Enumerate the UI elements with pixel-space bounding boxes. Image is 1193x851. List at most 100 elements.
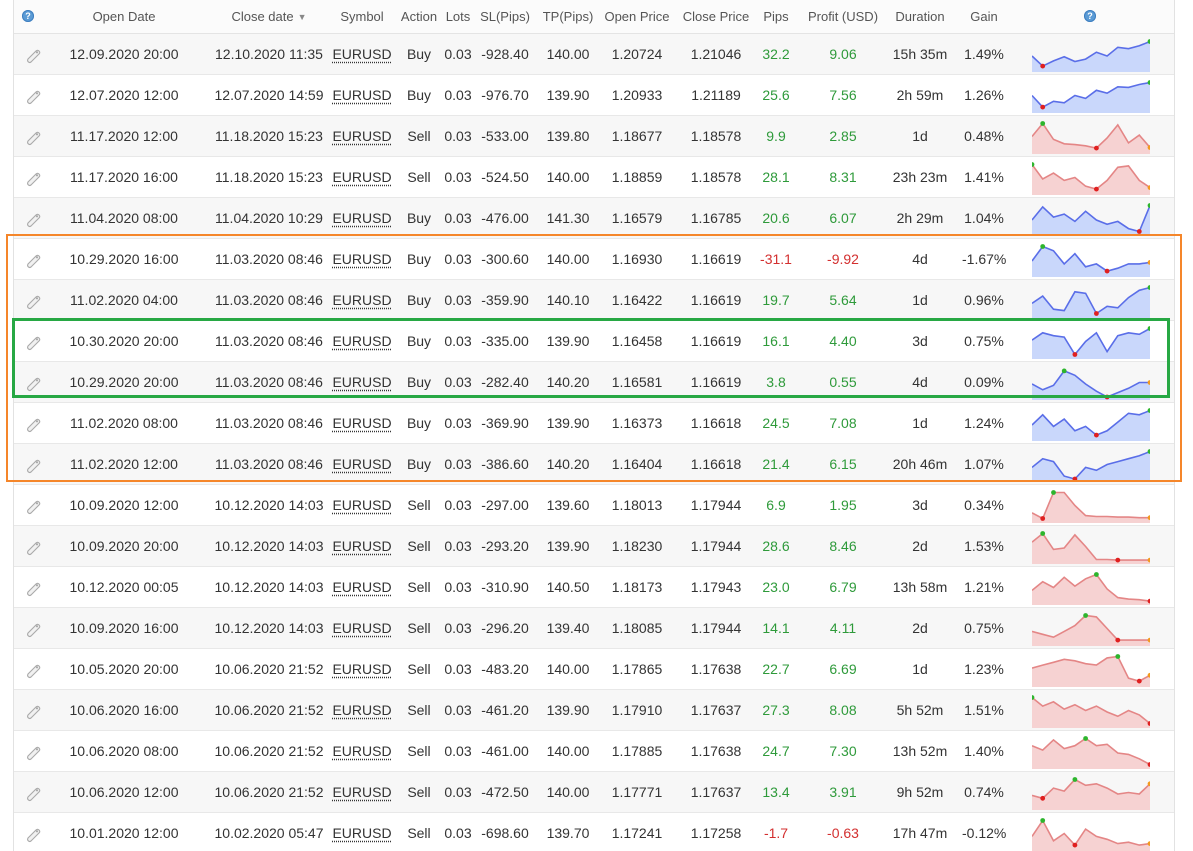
table-row[interactable]: 10.30.2020 20:00 11.03.2020 08:46 EURUSD Bu… bbox=[14, 321, 1174, 362]
symbol-link[interactable]: EURUSD bbox=[332, 608, 392, 648]
help-icon[interactable]: ? bbox=[22, 10, 34, 22]
tag-icon[interactable] bbox=[25, 456, 43, 474]
tag-icon[interactable] bbox=[25, 46, 43, 64]
table-row[interactable]: 11.17.2020 12:00 11.18.2020 15:23 EURUSD Se… bbox=[14, 116, 1174, 157]
symbol-link[interactable]: EURUSD bbox=[332, 403, 392, 443]
close-date-cell: 10.06.2020 21:52 bbox=[214, 784, 324, 800]
sl-cell: -296.20 bbox=[481, 620, 529, 636]
col-symbol[interactable]: Symbol bbox=[332, 0, 392, 33]
table-row[interactable]: 11.02.2020 12:00 11.03.2020 08:46 EURUSD Bu… bbox=[14, 444, 1174, 485]
tag-icon[interactable] bbox=[25, 620, 43, 638]
table-row[interactable]: 11.04.2020 08:00 11.04.2020 10:29 EURUSD Bu… bbox=[14, 198, 1174, 239]
table-row[interactable]: 11.17.2020 16:00 11.18.2020 15:23 EURUSD Se… bbox=[14, 157, 1174, 198]
table-row[interactable]: 10.12.2020 00:05 10.12.2020 14:03 EURUSD Se… bbox=[14, 567, 1174, 608]
tag-icon[interactable] bbox=[25, 661, 43, 679]
tag-icon[interactable] bbox=[25, 743, 43, 761]
symbol-link[interactable]: EURUSD bbox=[332, 280, 392, 320]
col-sl[interactable]: SL(Pips) bbox=[474, 0, 536, 33]
close-price-cell: 1.18578 bbox=[690, 128, 742, 144]
tag-icon[interactable] bbox=[25, 538, 43, 556]
gain-cell: 0.48% bbox=[964, 128, 1004, 144]
symbol-link[interactable]: EURUSD bbox=[332, 198, 392, 238]
sparkline-area bbox=[1032, 656, 1150, 687]
table-row[interactable]: 10.29.2020 16:00 11.03.2020 08:46 EURUSD Bu… bbox=[14, 239, 1174, 280]
symbol-link[interactable]: EURUSD bbox=[332, 567, 392, 607]
duration-cell: 20h 46m bbox=[892, 456, 948, 472]
symbol-link[interactable]: EURUSD bbox=[332, 690, 392, 730]
tag-icon[interactable] bbox=[25, 210, 43, 228]
table-row[interactable]: 10.01.2020 12:00 10.02.2020 05:47 EURUSD Se… bbox=[14, 813, 1174, 851]
tag-icon[interactable] bbox=[25, 251, 43, 269]
gain-cell: 1.41% bbox=[964, 169, 1004, 185]
tag-icon[interactable] bbox=[25, 169, 43, 187]
tp-cell: 139.90 bbox=[546, 333, 590, 349]
table-row[interactable]: 10.09.2020 20:00 10.12.2020 14:03 EURUSD Se… bbox=[14, 526, 1174, 567]
action-cell: Buy bbox=[406, 415, 432, 431]
tag-icon[interactable] bbox=[25, 374, 43, 392]
chart-help-icon[interactable]: ? bbox=[1084, 10, 1096, 22]
tag-icon[interactable] bbox=[25, 702, 43, 720]
equity-sparkline bbox=[1032, 572, 1150, 605]
tag-icon[interactable] bbox=[25, 825, 43, 843]
action-cell: Sell bbox=[407, 169, 431, 185]
table-row[interactable]: 10.09.2020 16:00 10.12.2020 14:03 EURUSD Se… bbox=[14, 608, 1174, 649]
sl-cell: -533.00 bbox=[481, 128, 529, 144]
symbol-link[interactable]: EURUSD bbox=[332, 772, 392, 812]
sparkline-low-dot bbox=[1094, 311, 1099, 316]
tag-icon[interactable] bbox=[25, 333, 43, 351]
col-tp[interactable]: TP(Pips) bbox=[538, 0, 598, 33]
tag-icon[interactable] bbox=[25, 784, 43, 802]
profit-cell: 8.31 bbox=[829, 169, 857, 185]
tag-icon[interactable] bbox=[25, 579, 43, 597]
col-profit[interactable]: Profit (USD) bbox=[800, 0, 886, 33]
col-duration[interactable]: Duration bbox=[884, 0, 956, 33]
symbol-link[interactable]: EURUSD bbox=[332, 362, 392, 402]
col-open-date[interactable]: Open Date bbox=[64, 0, 184, 33]
symbol-link[interactable]: EURUSD bbox=[332, 34, 392, 74]
table-row[interactable]: 10.05.2020 20:00 10.06.2020 21:52 EURUSD Se… bbox=[14, 649, 1174, 690]
col-close-date[interactable]: Close date ▼ bbox=[204, 0, 334, 33]
action-cell: Sell bbox=[407, 497, 431, 513]
table-row[interactable]: 12.07.2020 12:00 12.07.2020 14:59 EURUSD Bu… bbox=[14, 75, 1174, 116]
close-date-cell: 10.12.2020 14:03 bbox=[214, 538, 324, 554]
table-row[interactable]: 11.02.2020 04:00 11.03.2020 08:46 EURUSD Bu… bbox=[14, 280, 1174, 321]
table-row[interactable]: 11.02.2020 08:00 11.03.2020 08:46 EURUSD Bu… bbox=[14, 403, 1174, 444]
symbol-link[interactable]: EURUSD bbox=[332, 157, 392, 197]
symbol-link[interactable]: EURUSD bbox=[332, 116, 392, 156]
tag-icon[interactable] bbox=[25, 497, 43, 515]
sparkline-area bbox=[1032, 451, 1150, 482]
tp-cell: 140.50 bbox=[546, 579, 590, 595]
col-close-price[interactable]: Close Price bbox=[678, 0, 754, 33]
open-price-cell: 1.16579 bbox=[611, 210, 663, 226]
symbol-link[interactable]: EURUSD bbox=[332, 444, 392, 484]
col-open-price[interactable]: Open Price bbox=[600, 0, 674, 33]
symbol-link[interactable]: EURUSD bbox=[332, 239, 392, 279]
tag-icon[interactable] bbox=[25, 292, 43, 310]
table-row[interactable]: 10.06.2020 16:00 10.06.2020 21:52 EURUSD Se… bbox=[14, 690, 1174, 731]
table-row[interactable]: 12.09.2020 20:00 12.10.2020 11:35 EURUSD Bu… bbox=[14, 34, 1174, 75]
tag-icon[interactable] bbox=[25, 87, 43, 105]
symbol-link[interactable]: EURUSD bbox=[332, 485, 392, 525]
close-date-cell: 10.06.2020 21:52 bbox=[214, 743, 324, 759]
gain-cell: 0.09% bbox=[964, 374, 1004, 390]
symbol-link[interactable]: EURUSD bbox=[332, 813, 392, 851]
symbol-link[interactable]: EURUSD bbox=[332, 75, 392, 115]
tag-icon[interactable] bbox=[25, 128, 43, 146]
table-row[interactable]: 10.09.2020 12:00 10.12.2020 14:03 EURUSD Se… bbox=[14, 485, 1174, 526]
col-action[interactable]: Action bbox=[394, 0, 444, 33]
symbol-link[interactable]: EURUSD bbox=[332, 321, 392, 361]
duration-cell: 13h 52m bbox=[892, 743, 948, 759]
tag-icon[interactable] bbox=[25, 415, 43, 433]
open-price-cell: 1.16581 bbox=[611, 374, 663, 390]
symbol-link[interactable]: EURUSD bbox=[332, 649, 392, 689]
col-gain[interactable]: Gain bbox=[962, 0, 1006, 33]
sparkline-low-dot bbox=[1115, 557, 1121, 563]
table-row[interactable]: 10.06.2020 08:00 10.06.2020 21:52 EURUSD Se… bbox=[14, 731, 1174, 772]
symbol-link[interactable]: EURUSD bbox=[332, 731, 392, 771]
table-row[interactable]: 10.29.2020 20:00 11.03.2020 08:46 EURUSD Bu… bbox=[14, 362, 1174, 403]
table-row[interactable]: 10.06.2020 12:00 10.06.2020 21:52 EURUSD Se… bbox=[14, 772, 1174, 813]
symbol-link[interactable]: EURUSD bbox=[332, 526, 392, 566]
col-pips[interactable]: Pips bbox=[756, 0, 796, 33]
col-lots[interactable]: Lots bbox=[442, 0, 474, 33]
open-price-cell: 1.16373 bbox=[611, 415, 663, 431]
